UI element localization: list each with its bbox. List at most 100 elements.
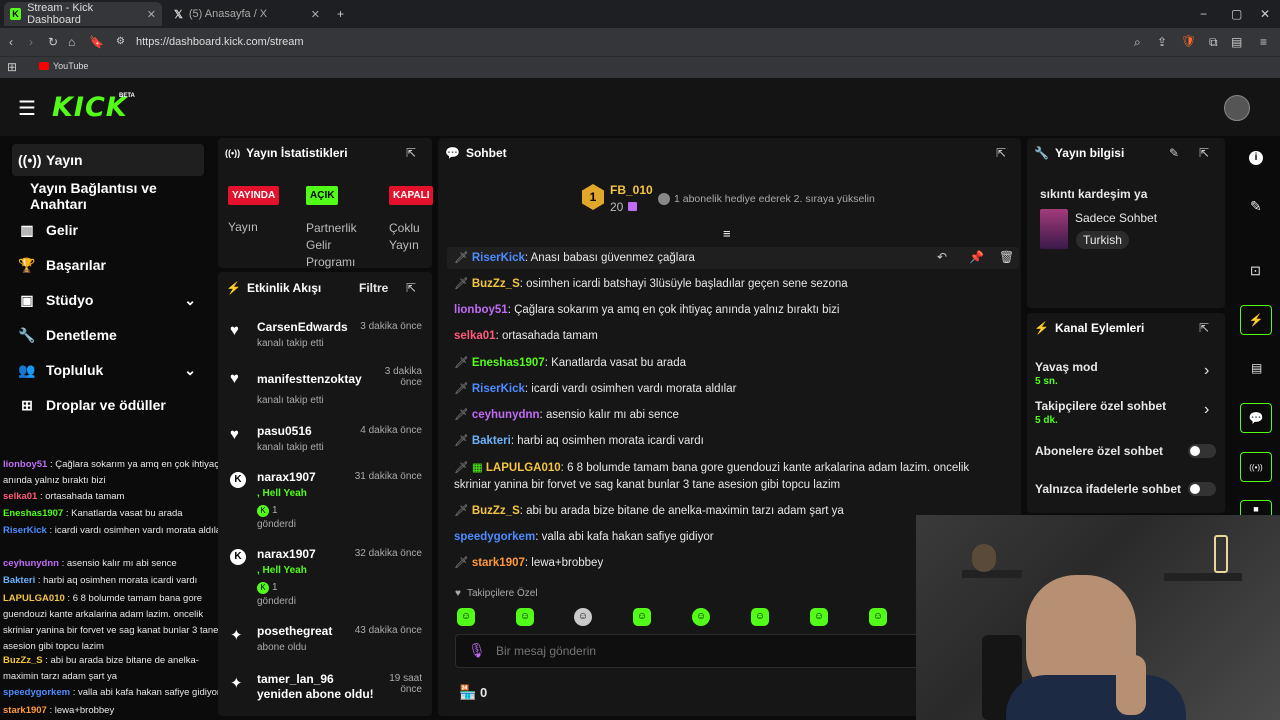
sidebar-item-droplar[interactable]: ⊞ Droplar ve ödüller xyxy=(12,389,204,421)
menu-icon[interactable]: ≡ xyxy=(1260,35,1267,49)
sidebar-item-studyo[interactable]: ▣ Stüdyo ⌄ xyxy=(12,284,204,316)
minimize-icon[interactable]: − xyxy=(1200,7,1207,21)
mod-badge-icon: 🗡 xyxy=(454,383,469,395)
event-user[interactable]: CarsenEdwards xyxy=(257,320,348,334)
event-user[interactable]: manifesttenzoktay xyxy=(257,372,362,386)
bookmark-youtube[interactable]: YouTube xyxy=(53,61,88,71)
user-avatar[interactable] xyxy=(1224,95,1250,121)
mod-badge-icon: 🗡 xyxy=(454,278,469,290)
chat-username[interactable]: RiserKick xyxy=(472,383,525,395)
chat-username[interactable]: BuzZz_S xyxy=(472,278,520,290)
kick-icon: K xyxy=(257,582,269,594)
extensions-icon[interactable]: ⧉ xyxy=(1209,35,1218,49)
new-tab-icon[interactable]: + xyxy=(337,7,344,21)
popout-icon[interactable]: ⇱ xyxy=(406,146,416,160)
back-icon[interactable]: ‹ xyxy=(9,35,13,49)
emote-icon[interactable]: ☺ xyxy=(633,608,651,626)
top-gifter-name[interactable]: FB_010 xyxy=(610,183,653,197)
brave-shield-icon[interactable]: 🛡 xyxy=(1181,34,1196,48)
sidebar-item-topluluk[interactable]: 👥 Topluluk ⌄ xyxy=(12,354,204,386)
delete-icon[interactable]: 🗑 xyxy=(999,250,1014,264)
chat-username[interactable]: BuzZz_S xyxy=(472,505,520,517)
microphone-icon[interactable]: 🎙 xyxy=(468,642,486,659)
youtube-icon xyxy=(39,62,49,70)
chat-message-input[interactable] xyxy=(496,641,916,661)
followers-chat-row[interactable]: Takipçilere özel sohbet 5 dk. › xyxy=(1034,397,1220,431)
filter-button[interactable]: Filtre xyxy=(359,281,388,295)
emote-icon[interactable]: ☺ xyxy=(574,608,592,626)
event-user[interactable]: pasu0516 xyxy=(257,424,312,438)
camera-toggle-button[interactable]: ■ xyxy=(1240,500,1272,516)
sidebar-icon[interactable]: ▤ xyxy=(1231,35,1242,49)
chat-username[interactable]: ceyhunydnn xyxy=(472,409,540,421)
popout-icon[interactable]: ⇱ xyxy=(1199,146,1209,160)
event-user[interactable]: narax1907 xyxy=(257,470,316,484)
event-user[interactable]: posethegreat xyxy=(257,624,332,638)
emote-icon[interactable]: ☺ xyxy=(810,608,828,626)
zoom-icon[interactable]: ⌕ xyxy=(1134,35,1141,49)
event-user[interactable]: narax1907 xyxy=(257,547,316,561)
sidebar-item-basarilar[interactable]: 🏆 Başarılar xyxy=(12,249,204,281)
notes-icon[interactable]: ▤ xyxy=(1251,361,1262,375)
popout-icon[interactable]: ⇱ xyxy=(406,281,416,295)
emote-chat-toggle[interactable] xyxy=(1188,482,1216,496)
broadcast-toggle-button[interactable]: ((•)) xyxy=(1240,452,1272,482)
chat-toggle-button[interactable]: 💬 xyxy=(1240,403,1272,433)
info-icon[interactable]: i xyxy=(1249,151,1263,165)
sparkle-icon: ✦ xyxy=(230,627,243,644)
store-icon[interactable]: 🏪 xyxy=(459,684,476,701)
home-icon[interactable]: ⌂ xyxy=(68,35,75,49)
slow-mode-row[interactable]: Yavaş mod 5 sn. › xyxy=(1034,358,1220,392)
url-field[interactable]: ⚙ https://dashboard.kick.com/stream xyxy=(110,32,1210,52)
apps-grid-icon[interactable]: ⊞ xyxy=(7,60,17,74)
pinned-toggle-icon[interactable]: ≡ xyxy=(723,226,731,241)
chat-input-box[interactable]: 🎙 xyxy=(455,634,935,668)
setting-label: Takipçilere özel sohbet xyxy=(1035,399,1167,413)
chat-text: abi bu arada bize bitane de anelka-maxim… xyxy=(526,505,844,517)
emote-icon[interactable]: ☺ xyxy=(869,608,887,626)
hamburger-menu-icon[interactable]: ☰ xyxy=(18,96,36,121)
forward-icon[interactable]: › xyxy=(29,35,33,49)
event-user[interactable]: tamer_lan_96 yeniden abone oldu! xyxy=(257,672,382,702)
chat-username[interactable]: selka01 xyxy=(454,330,496,342)
popout-icon[interactable]: ⇱ xyxy=(996,146,1006,160)
share-icon[interactable]: ⇪ xyxy=(1157,35,1167,49)
bookmark-icon[interactable]: 🔖 xyxy=(89,35,104,49)
popout-icon[interactable]: ⇱ xyxy=(1199,321,1209,335)
close-window-icon[interactable]: ✕ xyxy=(1260,7,1270,21)
chat-username[interactable]: LAPULGA010 xyxy=(486,462,561,474)
edit-icon[interactable]: ✎ xyxy=(1169,146,1179,160)
chevron-right-icon: › xyxy=(1204,362,1210,379)
chat-username[interactable]: RiserKick xyxy=(472,252,525,264)
chat-username[interactable]: Bakteri xyxy=(472,435,511,447)
close-tab-icon[interactable]: ✕ xyxy=(147,8,156,21)
sidebar-item-denetleme[interactable]: 🔧 Denetleme xyxy=(12,319,204,351)
close-tab-icon[interactable]: ✕ xyxy=(311,8,320,21)
edit-icon[interactable]: ✎ xyxy=(1250,198,1262,215)
emote-icon[interactable]: ☺ xyxy=(751,608,769,626)
site-settings-icon[interactable]: ⚙ xyxy=(116,35,125,49)
sidebar-item-gelir[interactable]: ▥ Gelir xyxy=(12,214,204,246)
emote-icon[interactable]: ☺ xyxy=(692,608,710,626)
chat-username[interactable]: stark1907 xyxy=(472,557,525,569)
category-name[interactable]: Sadece Sohbet xyxy=(1075,211,1157,225)
reload-icon[interactable]: ↻ xyxy=(48,35,58,49)
emote-icon[interactable]: ☺ xyxy=(457,608,475,626)
tab-kick-dashboard[interactable]: K Stream - Kick Dashboard ✕ xyxy=(4,2,162,26)
quick-actions-button[interactable]: ⚡ xyxy=(1240,305,1272,335)
emote-icon[interactable]: ☺ xyxy=(516,608,534,626)
camera-icon: ■ xyxy=(1253,503,1259,514)
sidebar-item-yayin[interactable]: ((•)) Yayın xyxy=(12,144,204,176)
chat-username[interactable]: lionboy51 xyxy=(454,304,508,316)
chat-username[interactable]: speedygorkem xyxy=(454,531,535,543)
tab-x[interactable]: 𝕏 (5) Anasayfa / X ✕ xyxy=(168,2,326,26)
subs-chat-toggle[interactable] xyxy=(1188,444,1216,458)
stat-label: Partnerlik Gelir Programı xyxy=(306,221,357,269)
chat-username[interactable]: Eneshas1907 xyxy=(472,357,545,369)
chat-text: icardi vardı osimhen vardı morata aldıla… xyxy=(54,525,225,536)
kick-logo[interactable]: KICK xyxy=(52,92,128,123)
focus-icon[interactable]: ⊡ xyxy=(1250,263,1261,279)
chat-text: ortasahada tamam xyxy=(501,330,598,342)
maximize-icon[interactable]: ▢ xyxy=(1231,7,1242,21)
sidebar-item-stream-key[interactable]: Yayın Bağlantısı ve Anahtarı xyxy=(12,180,212,212)
